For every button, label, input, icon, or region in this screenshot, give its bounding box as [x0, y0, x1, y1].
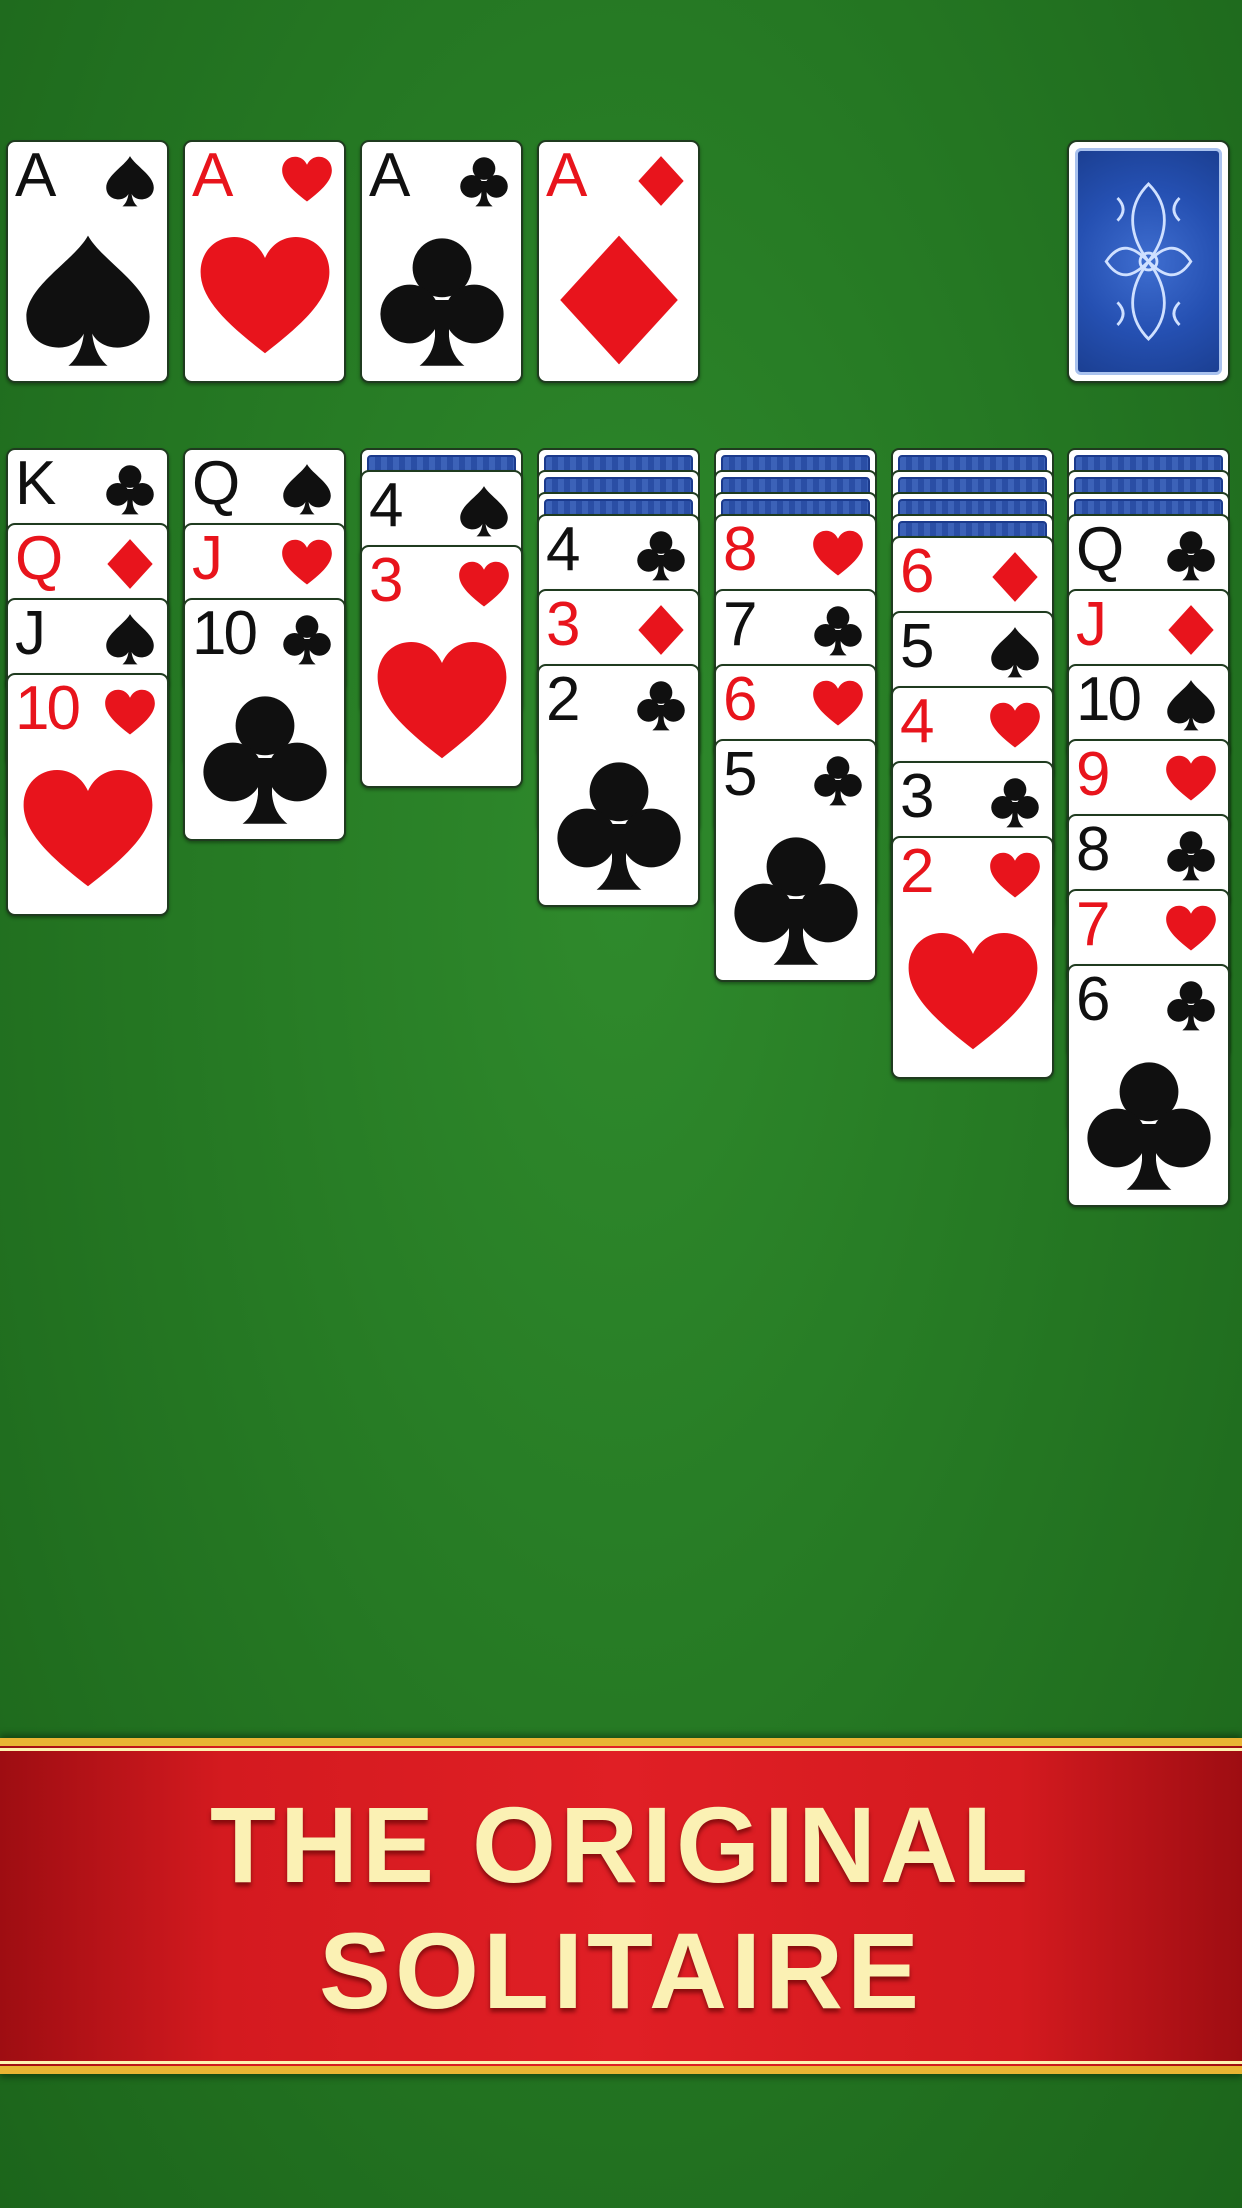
club-icon — [637, 531, 685, 581]
card-rank: 5 — [723, 740, 758, 809]
spade-icon — [460, 486, 508, 537]
banner-title-line1: THE ORIGINAL — [210, 1784, 1032, 1905]
card-rank: 6 — [900, 537, 935, 606]
card-rank: 3 — [546, 590, 581, 659]
card-rank: 4 — [900, 687, 935, 756]
heart-icon — [377, 642, 506, 759]
club-icon — [814, 756, 862, 806]
card-rank: 2 — [900, 837, 935, 906]
banner-title-line2: SOLITAIRE — [318, 1910, 923, 2031]
club-icon — [814, 606, 862, 656]
promo-banner: THE ORIGINAL SOLITAIRE — [0, 1738, 1242, 2074]
card-rank: 5 — [900, 612, 935, 681]
heart-icon — [200, 237, 329, 354]
card-rank: 3 — [369, 546, 404, 615]
spade-icon — [25, 235, 150, 366]
card-rank: 10 — [1076, 665, 1142, 734]
heart-icon — [1166, 905, 1216, 951]
card-rank: 4 — [369, 471, 404, 540]
card-rank: J — [1076, 590, 1107, 659]
club-icon — [379, 238, 504, 366]
heart-icon — [282, 539, 332, 585]
card-rank: 7 — [723, 590, 758, 659]
card-rank: Q — [15, 524, 63, 593]
playing-card[interactable]: 2 — [891, 836, 1054, 1079]
card-rank: 8 — [723, 515, 758, 584]
playing-card[interactable]: A — [537, 140, 700, 383]
playing-card[interactable]: 10 — [6, 673, 169, 916]
spade-icon — [1167, 680, 1215, 731]
card-rank: Q — [192, 449, 240, 518]
card-rank: 2 — [546, 665, 581, 734]
playing-card[interactable]: A — [6, 140, 169, 383]
playing-card[interactable]: 5 — [714, 739, 877, 982]
card-rank: A — [546, 141, 587, 210]
heart-icon — [813, 680, 863, 726]
club-icon — [733, 837, 858, 965]
playing-card[interactable]: 2 — [537, 664, 700, 907]
heart-icon — [282, 156, 332, 202]
club-icon — [202, 696, 327, 824]
club-icon — [106, 465, 154, 515]
ornament-icon — [1104, 181, 1193, 342]
card-rank: 7 — [1076, 890, 1111, 959]
card-rank: 6 — [1076, 965, 1111, 1034]
club-icon — [1167, 531, 1215, 581]
card-rank: A — [192, 141, 233, 210]
card-rank: 3 — [900, 762, 935, 831]
spade-icon — [283, 464, 331, 515]
card-back-pattern — [1075, 148, 1222, 375]
diamond-icon — [638, 605, 684, 655]
diamond-icon — [992, 552, 1038, 602]
card-rank: 9 — [1076, 740, 1111, 809]
spade-icon — [106, 614, 154, 665]
club-icon — [1086, 1062, 1211, 1190]
diamond-icon — [1168, 605, 1214, 655]
heart-icon — [105, 689, 155, 735]
card-rank: 10 — [15, 674, 81, 743]
diamond-icon — [638, 156, 684, 206]
playing-card[interactable]: A — [183, 140, 346, 383]
card-rank: Q — [1076, 515, 1124, 584]
card-rank: 6 — [723, 665, 758, 734]
heart-icon — [23, 770, 152, 887]
heart-icon — [459, 561, 509, 607]
club-icon — [1167, 831, 1215, 881]
card-rank: 8 — [1076, 815, 1111, 884]
playing-card[interactable]: 10 — [183, 598, 346, 841]
playing-card[interactable]: 3 — [360, 545, 523, 788]
playing-card[interactable]: 6 — [1067, 964, 1230, 1207]
playing-card[interactable]: A — [360, 140, 523, 383]
heart-icon — [1166, 755, 1216, 801]
club-icon — [991, 778, 1039, 828]
card-rank: J — [15, 599, 46, 668]
club-icon — [283, 615, 331, 665]
card-rank: A — [369, 141, 410, 210]
stock-pile[interactable] — [1067, 140, 1230, 383]
card-rank: 4 — [546, 515, 581, 584]
diamond-icon — [107, 539, 153, 589]
diamond-icon — [559, 235, 678, 365]
heart-icon — [990, 702, 1040, 748]
spade-icon — [991, 627, 1039, 678]
heart-icon — [990, 852, 1040, 898]
club-icon — [556, 762, 681, 890]
spade-icon — [106, 156, 154, 207]
club-icon — [637, 681, 685, 731]
card-rank: K — [15, 449, 56, 518]
club-icon — [1167, 981, 1215, 1031]
card-rank: A — [15, 141, 56, 210]
club-icon — [460, 157, 508, 207]
card-rank: J — [192, 524, 223, 593]
heart-icon — [908, 933, 1037, 1050]
heart-icon — [813, 530, 863, 576]
card-rank: 10 — [192, 599, 258, 668]
